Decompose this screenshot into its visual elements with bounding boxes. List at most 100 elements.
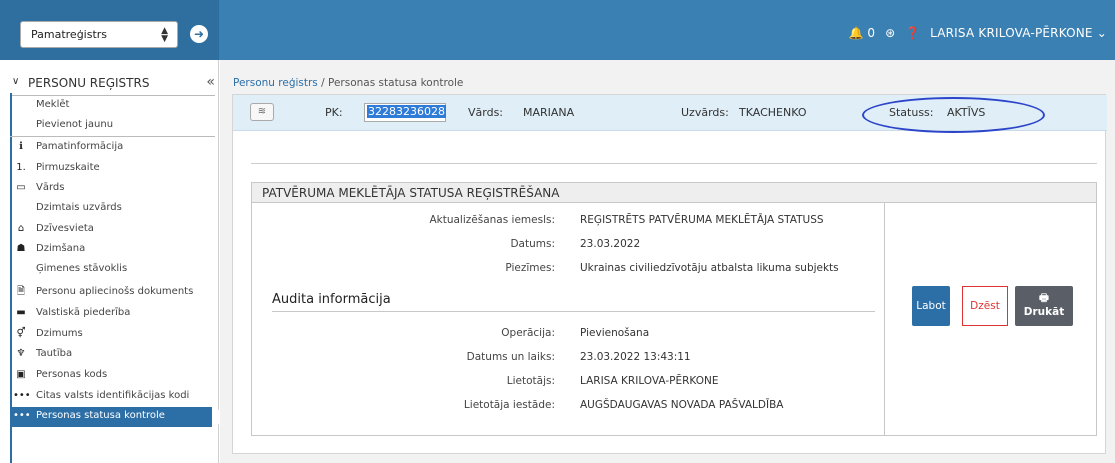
sidebar: ∨ PERSONU REĢISTRS « Meklēt Pievienot ja… bbox=[0, 60, 221, 463]
sidebar-item-label: Valstiskā piederība bbox=[36, 307, 131, 318]
field-value-notes: Ukrainas civiliedzīvotāju atbalsta likum… bbox=[580, 262, 839, 274]
module-select-value: Pamatreģistrs bbox=[31, 28, 108, 41]
birth-icon: ☗ bbox=[16, 243, 26, 254]
person-panel: ≋ PK: 32283236028 Vārds: MARIANA Uzvārds… bbox=[232, 94, 1107, 454]
document-icon: 🗎 bbox=[16, 286, 26, 297]
chevron-down-icon: ∨ bbox=[12, 76, 20, 87]
sidebar-item-citas-valsts-kodi[interactable]: ••• Citas valsts identifikācijas kodi bbox=[10, 387, 219, 407]
sidebar-item-personu-dokuments[interactable]: 🗎 Personu apliecinošs dokuments bbox=[10, 283, 219, 303]
sidebar-item-label: Personas kods bbox=[36, 369, 108, 380]
audit-value-user: LARISA KRILOVA-PĒRKONE bbox=[580, 375, 719, 387]
sidebar-link-label: Pievienot jaunu bbox=[36, 119, 114, 130]
audit-value-institution: AUGŠDAUGAVAS NOVADA PAŠVALDĪBA bbox=[580, 399, 784, 411]
audit-value-datetime: 23.03.2022 13:43:11 bbox=[580, 351, 691, 363]
dots-icon: ••• bbox=[13, 390, 31, 401]
field-label-reason: Aktualizēšanas iemesls: bbox=[429, 214, 555, 226]
select-arrows-icon: ▲ ▼ bbox=[161, 26, 168, 44]
name-value: MARIANA bbox=[523, 106, 575, 119]
sidebar-item-dzimums[interactable]: ⚥ Dzimums bbox=[10, 325, 219, 345]
top-bar-left: Pamatreģistrs ▲ ▼ ➜ bbox=[0, 0, 219, 60]
help-icon[interactable]: ❓ bbox=[905, 26, 920, 40]
sidebar-header[interactable]: ∨ PERSONU REĢISTRS « bbox=[10, 74, 215, 94]
sidebar-item-personas-kods[interactable]: ▣ Personas kods bbox=[10, 366, 219, 386]
gender-icon: ⚥ bbox=[16, 328, 26, 339]
edit-button[interactable]: Labot bbox=[912, 286, 950, 326]
print-button[interactable]: 🖶 Drukāt bbox=[1015, 286, 1073, 326]
sidebar-item-label: Pamatinformācija bbox=[36, 141, 124, 152]
printer-icon: 🖶 bbox=[1039, 292, 1049, 304]
sidebar-item-tautiba[interactable]: ♆ Tautība bbox=[10, 345, 219, 365]
delete-button[interactable]: Dzēst bbox=[962, 286, 1008, 326]
audit-divider bbox=[272, 311, 875, 312]
pk-value: 32283236028 bbox=[367, 105, 446, 118]
panel-divider bbox=[251, 163, 1097, 164]
sidebar-divider bbox=[10, 136, 215, 137]
pk-label: PK: bbox=[325, 106, 343, 119]
sidebar-item-label: Pirmuzskaite bbox=[36, 162, 100, 173]
top-bar: Pamatreģistrs ▲ ▼ ➜ 🔔 0 ⊛ ❓ LARISA KRILOV… bbox=[0, 0, 1115, 60]
sidebar-item-label: Citas valsts identifikācijas kodi bbox=[36, 390, 190, 401]
sidebar-item-pamatinformacija[interactable]: ℹ Pamatinformācija bbox=[10, 138, 219, 158]
sidebar-link-add-new[interactable]: Pievienot jaunu bbox=[10, 116, 219, 136]
breadcrumb-current: Personas statusa kontrole bbox=[328, 77, 464, 89]
sidebar-item-vards[interactable]: ▭ Vārds bbox=[10, 179, 219, 199]
breadcrumb: Personu reģistrs / Personas statusa kont… bbox=[233, 77, 463, 89]
sidebar-item-label: Ģimenes stāvoklis bbox=[36, 263, 128, 274]
audit-title: Audita informācija bbox=[272, 292, 391, 307]
field-value-reason: REĢISTRĒTS PATVĒRUMA MEKLĒTĀJA STATUSS bbox=[580, 214, 824, 226]
notifications[interactable]: 🔔 0 bbox=[849, 26, 875, 40]
pk-field[interactable]: 32283236028 bbox=[364, 103, 446, 122]
sidebar-item-dzivesvieta[interactable]: ⌂ Dzīvesvieta bbox=[10, 220, 219, 240]
numbered-one-icon: 1. bbox=[16, 162, 26, 173]
name-label: Vārds: bbox=[468, 106, 504, 119]
module-select[interactable]: Pamatreģistrs ▲ ▼ bbox=[20, 21, 178, 48]
flag-icon: ▬ bbox=[16, 307, 26, 318]
surname-value: TKACHENKO bbox=[739, 106, 807, 119]
field-label-notes: Piezīmes: bbox=[505, 262, 555, 274]
layers-icon: ≋ bbox=[257, 106, 267, 117]
info-icon: ℹ bbox=[19, 141, 23, 152]
sidebar-item-personas-statusa-kontrole[interactable]: ••• Personas statusa kontrole bbox=[10, 407, 212, 427]
section-details: Aktualizēšanas iemesls: REĢISTRĒTS PATVĒ… bbox=[252, 203, 885, 435]
audit-label-institution: Lietotāja iestāde: bbox=[463, 399, 555, 411]
audit-value-operation: Pievienošana bbox=[580, 327, 650, 339]
print-label: Drukāt bbox=[1023, 306, 1065, 318]
sidebar-item-label: Dzimums bbox=[36, 328, 83, 339]
section-title: PATVĒRUMA MEKLĒTĀJA STATUSA REĢISTRĒŠANA bbox=[252, 183, 1096, 203]
bell-icon: 🔔 bbox=[848, 26, 864, 40]
layers-button[interactable]: ≋ bbox=[250, 103, 274, 121]
nationality-icon: ♆ bbox=[16, 348, 26, 359]
user-menu[interactable]: LARISA KRILOVA-PĒRKONE ⌄ bbox=[930, 26, 1107, 40]
audit-label-operation: Operācija: bbox=[501, 327, 555, 339]
sidebar-item-label: Tautība bbox=[36, 348, 73, 359]
collapse-sidebar-icon[interactable]: « bbox=[206, 74, 215, 90]
sidebar-item-label: Dzimšana bbox=[36, 243, 86, 254]
audit-label-datetime: Datums un laiks: bbox=[466, 351, 555, 363]
user-name: LARISA KRILOVA-PĒRKONE bbox=[930, 26, 1093, 40]
surname-label: Uzvārds: bbox=[681, 106, 729, 119]
id-card-icon: ▭ bbox=[16, 182, 26, 193]
sidebar-item-label: Personas statusa kontrole bbox=[36, 410, 165, 421]
code-icon: ▣ bbox=[16, 369, 26, 380]
go-button[interactable]: ➜ bbox=[190, 25, 208, 43]
support-icon[interactable]: ⊛ bbox=[885, 26, 895, 40]
field-value-date: 23.03.2022 bbox=[580, 238, 641, 250]
main-content: Personu reģistrs / Personas statusa kont… bbox=[220, 60, 1115, 463]
sidebar-item-label: Dzīvesvieta bbox=[36, 223, 94, 234]
sidebar-item-gimenes-stavoklis[interactable]: Ģimenes stāvoklis bbox=[10, 260, 219, 280]
sidebar-item-valstiska-piederiba[interactable]: ▬ Valstiskā piederība bbox=[10, 304, 219, 324]
sidebar-item-label: Vārds bbox=[36, 182, 65, 193]
status-highlight-oval bbox=[862, 97, 1045, 133]
sidebar-link-label: Meklēt bbox=[36, 99, 70, 110]
person-info-bar: ≋ PK: 32283236028 Vārds: MARIANA Uzvārds… bbox=[233, 95, 1107, 133]
sidebar-link-search[interactable]: Meklēt bbox=[10, 96, 219, 116]
sidebar-item-dzimtais-uzvards[interactable]: Dzimtais uzvārds bbox=[10, 199, 219, 219]
sidebar-item-label: Personu apliecinošs dokuments bbox=[36, 286, 194, 297]
status-icon: ••• bbox=[13, 410, 31, 421]
sidebar-item-dzimsana[interactable]: ☗ Dzimšana bbox=[10, 240, 219, 260]
audit-label-user: Lietotājs: bbox=[506, 375, 555, 387]
breadcrumb-link[interactable]: Personu reģistrs bbox=[233, 77, 318, 89]
sidebar-title: PERSONU REĢISTRS bbox=[28, 76, 150, 90]
sidebar-item-pirmuzskaite[interactable]: 1. Pirmuzskaite bbox=[10, 159, 219, 179]
field-label-date: Datums: bbox=[510, 238, 555, 250]
